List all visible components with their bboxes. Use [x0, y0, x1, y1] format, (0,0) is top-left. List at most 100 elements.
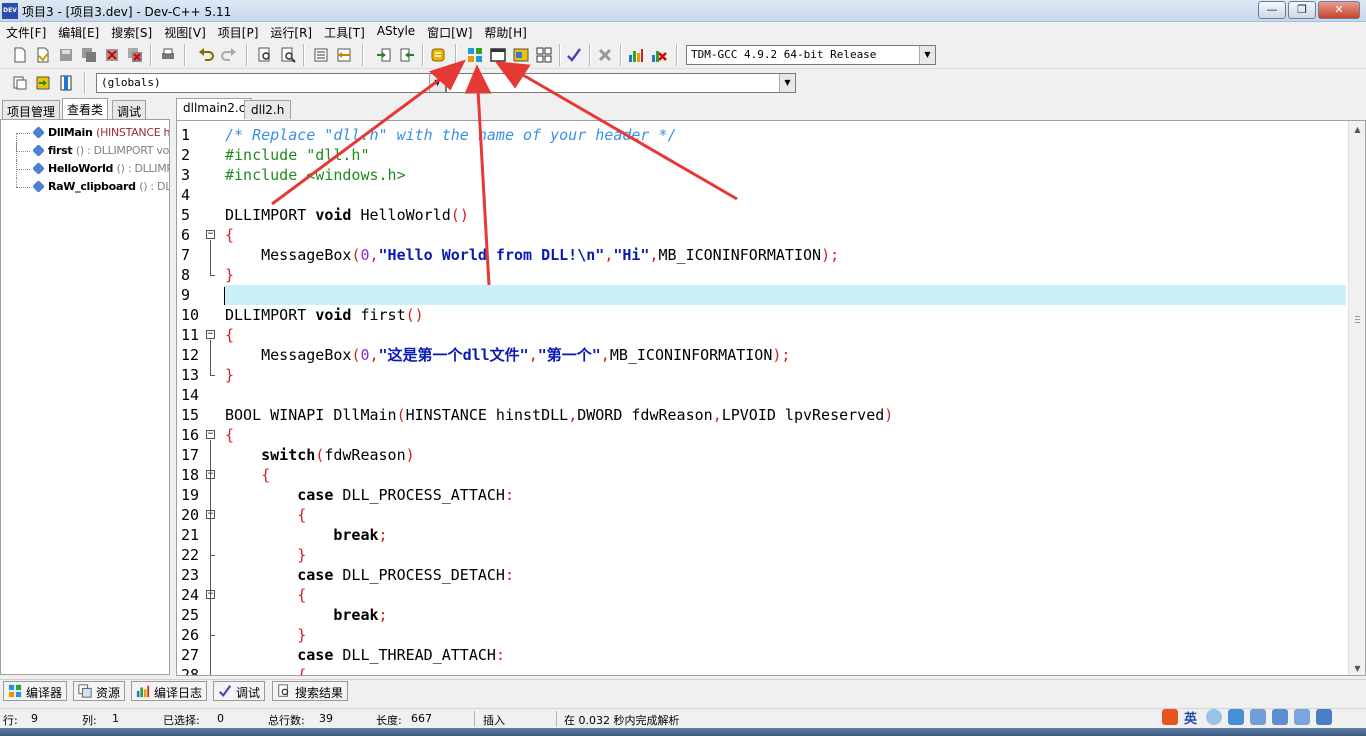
menu-project[interactable]: 项目[P]: [212, 22, 265, 41]
chevron-down-icon[interactable]: ▼: [779, 74, 795, 92]
close-button[interactable]: ✕: [1318, 1, 1360, 19]
indent-icon[interactable]: [311, 45, 331, 65]
insert-code-icon[interactable]: [10, 73, 30, 93]
code-line[interactable]: }: [225, 365, 1347, 385]
open-file-icon[interactable]: [33, 45, 53, 65]
compile-icon[interactable]: [428, 45, 448, 65]
fold-toggle-icon[interactable]: −: [206, 330, 215, 339]
scroll-down-icon[interactable]: ▼: [1349, 660, 1365, 675]
print-icon[interactable]: [158, 45, 178, 65]
ime-language-label[interactable]: 英: [1184, 708, 1197, 727]
chevron-down-icon[interactable]: ▼: [429, 74, 445, 92]
minimize-button[interactable]: —: [1258, 1, 1286, 19]
find-icon[interactable]: [255, 45, 275, 65]
code-line[interactable]: case DLL_PROCESS_ATTACH:: [225, 485, 1347, 505]
code-line[interactable]: {: [225, 505, 1347, 525]
code-line[interactable]: /* Replace "dll.h" with the name of your…: [225, 125, 1347, 145]
code-line[interactable]: {: [225, 665, 1347, 675]
code-line[interactable]: BOOL WINAPI DllMain(HINSTANCE hinstDLL,D…: [225, 405, 1347, 425]
skin-icon[interactable]: [1272, 709, 1288, 725]
close-file-icon[interactable]: [102, 45, 122, 65]
code-line[interactable]: case DLL_THREAD_ATTACH:: [225, 645, 1347, 665]
tab-debug-output[interactable]: 调试: [213, 681, 266, 701]
menu-astyle[interactable]: AStyle: [371, 22, 421, 41]
tree-item-dllmain[interactable]: DllMain (HINSTANCE hinstDLL, DWORD fdwRe…: [1, 124, 169, 151]
code-line[interactable]: switch(fdwReason): [225, 445, 1347, 465]
code-line[interactable]: {: [225, 325, 1347, 345]
code-line[interactable]: }: [225, 625, 1347, 645]
code-area[interactable]: /* Replace "dll.h" with the name of your…: [224, 121, 1347, 675]
code-line[interactable]: [225, 385, 1347, 405]
code-line[interactable]: [225, 185, 1347, 205]
devcpp-app-icon[interactable]: DEV: [2, 3, 18, 19]
goto-bookmark-icon[interactable]: [56, 73, 76, 93]
keyboard-icon[interactable]: [1250, 709, 1266, 725]
code-editor[interactable]: 1 2 3 4 5 6−7 8 9 10 11−12 13 14 15 16−17 18−19 20−21 22…: [176, 120, 1366, 676]
goto-line-icon[interactable]: [374, 45, 394, 65]
code-line[interactable]: #include "dll.h": [225, 145, 1347, 165]
syntax-check-icon[interactable]: [564, 45, 584, 65]
save-all-icon[interactable]: [79, 45, 99, 65]
code-line[interactable]: MessageBox(0,"Hello World from DLL!\n","…: [225, 245, 1347, 265]
member-select[interactable]: ▼: [446, 73, 796, 93]
fold-toggle-icon[interactable]: −: [206, 430, 215, 439]
tab-dll2-h[interactable]: dll2.h: [244, 100, 292, 119]
class-select[interactable]: (globals) ▼: [96, 73, 446, 93]
tree-item-helloworld[interactable]: HelloWorld () : DLLIMPORT void: [1, 160, 169, 178]
tab-resources[interactable]: 资源: [73, 681, 126, 701]
code-line[interactable]: case DLL_PROCESS_DETACH:: [225, 565, 1347, 585]
profile-chart-icon[interactable]: [626, 45, 646, 65]
new-project-grid-icon[interactable]: [465, 45, 485, 65]
tab-dllmain2-c[interactable]: dllmain2.c: [176, 98, 253, 120]
unindent-icon[interactable]: [334, 45, 354, 65]
menu-window[interactable]: 窗口[W]: [421, 22, 478, 41]
code-line[interactable]: {: [225, 585, 1347, 605]
menu-tools[interactable]: 工具[T]: [318, 22, 371, 41]
fold-toggle-icon[interactable]: −: [206, 230, 215, 239]
toolbox-icon[interactable]: [1294, 709, 1310, 725]
compiler-select[interactable]: TDM-GCC 4.9.2 64-bit Release ▼: [686, 45, 936, 65]
toggle-bookmark-icon[interactable]: [33, 73, 53, 93]
code-line[interactable]: }: [225, 265, 1347, 285]
tab-compile-log[interactable]: 编译日志: [131, 681, 208, 701]
stop-execution-icon[interactable]: [595, 45, 615, 65]
code-line[interactable]: {: [225, 225, 1347, 245]
settings-icon[interactable]: [1316, 709, 1332, 725]
save-icon[interactable]: [56, 45, 76, 65]
undo-icon[interactable]: [196, 45, 216, 65]
menu-search[interactable]: 搜索[S]: [105, 22, 158, 41]
code-line[interactable]: DLLIMPORT void HelloWorld(): [225, 205, 1347, 225]
code-line[interactable]: {: [225, 465, 1347, 485]
code-line[interactable]: MessageBox(0,"这是第一个dll文件","第一个",MB_ICONI…: [225, 345, 1347, 365]
delete-profile-icon[interactable]: [649, 45, 669, 65]
code-line[interactable]: }: [225, 545, 1347, 565]
tree-item-raw-clipboard[interactable]: RaW_clipboard () : DLLIMPORT void: [1, 178, 169, 196]
code-line[interactable]: #include <windows.h>: [225, 165, 1347, 185]
code-line[interactable]: {: [225, 425, 1347, 445]
emoji-icon[interactable]: [1206, 709, 1222, 725]
layout-grid-icon[interactable]: [534, 45, 554, 65]
toggle-window-icon[interactable]: [488, 45, 508, 65]
tree-item-first[interactable]: first () : DLLIMPORT void: [1, 142, 169, 160]
full-screen-icon[interactable]: [511, 45, 531, 65]
maximize-button[interactable]: ❐: [1288, 1, 1316, 19]
code-line[interactable]: DLLIMPORT void first(): [225, 305, 1347, 325]
replace-icon[interactable]: [278, 45, 298, 65]
code-line[interactable]: break;: [225, 605, 1347, 625]
redo-icon[interactable]: [219, 45, 239, 65]
menu-edit[interactable]: 编辑[E]: [52, 22, 105, 41]
code-line[interactable]: break;: [225, 525, 1347, 545]
tab-search-results[interactable]: 搜索结果: [272, 681, 349, 701]
scroll-up-icon[interactable]: ▲: [1349, 121, 1365, 138]
vertical-scrollbar[interactable]: ▲ ▼: [1348, 121, 1365, 675]
voice-icon[interactable]: [1228, 709, 1244, 725]
menu-help[interactable]: 帮助[H]: [478, 22, 532, 41]
chevron-down-icon[interactable]: ▼: [919, 46, 935, 64]
sogou-ime-icon[interactable]: [1162, 709, 1178, 725]
goto-function-icon[interactable]: [397, 45, 417, 65]
close-all-icon[interactable]: [125, 45, 145, 65]
menu-run[interactable]: 运行[R]: [264, 22, 318, 41]
tab-compiler[interactable]: 编译器: [3, 681, 68, 701]
new-file-icon[interactable]: [10, 45, 30, 65]
menu-view[interactable]: 视图[V]: [158, 22, 212, 41]
